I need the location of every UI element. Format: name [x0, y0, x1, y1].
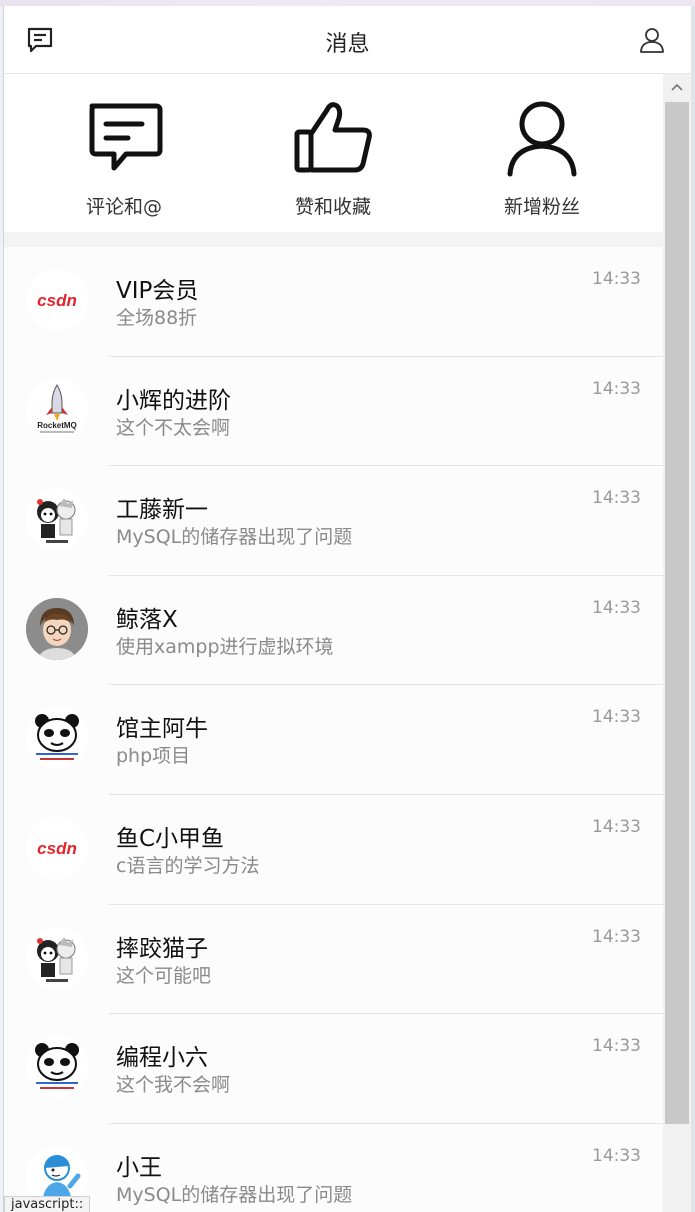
browser-status-bar: javascript::	[4, 1196, 91, 1212]
quick-actions-panel: 评论和@ 赞和收藏 新增粉丝	[4, 74, 663, 232]
quick-action-followers[interactable]: 新增粉丝	[462, 98, 622, 228]
conversation-name: 小王	[116, 1154, 162, 1181]
conversation-item[interactable]: 小王 MySQL的储存器出现了问题 14:33	[4, 1124, 663, 1212]
conversation-time: 14:33	[592, 378, 641, 399]
conversation-preview: php项目	[116, 745, 191, 768]
conversation-item[interactable]: 编程小六 这个我不会啊 14:33	[4, 1014, 663, 1124]
conversation-name: 小辉的进阶	[116, 387, 231, 414]
conversation-name: 工藤新一	[116, 497, 208, 524]
conversation-name: 馆主阿牛	[116, 716, 208, 743]
conversation-name: VIP会员	[116, 278, 199, 304]
quick-action-label: 赞和收藏	[294, 196, 371, 218]
csdn-logo-icon: csdn	[37, 291, 77, 310]
vertical-scrollbar[interactable]	[663, 74, 691, 1212]
quick-action-likes[interactable]: 赞和收藏	[253, 98, 413, 228]
scrollbar-thumb[interactable]	[665, 102, 689, 1124]
conversation-preview: MySQL的储存器出现了问题	[116, 526, 353, 549]
conversation-item[interactable]: 摔跤猫子 这个可能吧 14:33	[4, 905, 663, 1015]
thumbs-up-icon	[294, 102, 372, 173]
scroll-up-arrow-icon[interactable]	[663, 74, 691, 100]
conversation-time: 14:33	[592, 1036, 641, 1057]
conversation-item[interactable]: 鲸落X 使用xampp进行虚拟环境 14:33	[4, 576, 663, 686]
conversation-list: csdn VIP会员 全场88折 14:33 RocketMQ 小辉的进阶 这个…	[4, 247, 663, 1212]
svg-text:csdn: csdn	[37, 291, 77, 310]
user-profile-icon[interactable]	[636, 24, 668, 56]
conversation-item[interactable]: csdn 鱼C小甲鱼 c语言的学习方法 14:33	[4, 795, 663, 905]
app-header: 消息	[4, 6, 691, 74]
conversation-time: 14:33	[592, 926, 641, 947]
conversation-item[interactable]: 馆主阿牛 php项目 14:33	[4, 685, 663, 795]
conversation-preview: 全场88折	[116, 307, 198, 329]
avatar	[26, 1036, 88, 1099]
conversation-time: 14:33	[592, 488, 641, 509]
conversation-preview: 这个不太会啊	[116, 416, 231, 439]
panda-avatar-icon	[35, 714, 79, 761]
conversation-preview: 这个可能吧	[116, 964, 212, 987]
avatar	[26, 707, 88, 770]
conversation-item[interactable]: 工藤新一 MySQL的储存器出现了问题 14:33	[4, 466, 663, 576]
avatar	[26, 597, 88, 660]
conversation-time: 14:33	[592, 597, 641, 618]
conversation-name: 摔跤猫子	[116, 935, 208, 962]
csdn-logo-icon: csdn	[37, 839, 77, 858]
conversation-name: 鲸落X	[116, 606, 178, 633]
conversation-preview: 这个我不会啊	[116, 1074, 231, 1097]
svg-text:RocketMQ: RocketMQ	[37, 421, 77, 430]
conversation-item[interactable]: RocketMQ 小辉的进阶 这个不太会啊 14:33	[4, 357, 663, 467]
conversation-time: 14:33	[592, 1145, 641, 1166]
conversation-name: 编程小六	[116, 1045, 208, 1072]
avatar: csdn	[26, 816, 88, 879]
panda-avatar-icon	[35, 1043, 79, 1090]
conversation-time: 14:33	[592, 707, 641, 728]
conversation-name: 鱼C小甲鱼	[116, 825, 225, 852]
quick-action-label: 新增粉丝	[503, 196, 580, 218]
conversation-preview: 使用xampp进行虚拟环境	[116, 635, 334, 658]
conversation-time: 14:33	[592, 269, 641, 289]
quick-action-comments[interactable]: 评论和@	[44, 98, 204, 228]
quick-action-label: 评论和@	[85, 196, 162, 218]
section-divider	[4, 232, 663, 247]
svg-text:csdn: csdn	[37, 839, 77, 858]
conversation-preview: c语言的学习方法	[116, 854, 260, 877]
avatar: RocketMQ	[26, 378, 88, 441]
avatar	[26, 488, 88, 551]
page-title: 消息	[325, 32, 370, 57]
window-right-edge	[691, 6, 695, 1212]
new-follower-icon	[507, 101, 577, 177]
conversation-item[interactable]: csdn VIP会员 全场88折 14:33	[4, 247, 663, 357]
cartoon-avatar-icon	[37, 498, 76, 544]
avatar	[26, 926, 88, 989]
messages-app: 消息 评论和@ 赞和收藏 新增粉丝 csdn VIP会员 全场88折 14:33…	[4, 6, 691, 1212]
conversation-time: 14:33	[592, 816, 641, 837]
comment-icon	[89, 103, 163, 171]
rocketmq-logo-icon: RocketMQ	[37, 383, 77, 433]
avatar: csdn	[26, 269, 88, 331]
cartoon-avatar-icon	[37, 936, 76, 982]
conversation-preview: MySQL的储存器出现了问题	[116, 1183, 353, 1206]
photo-avatar-icon	[26, 597, 88, 660]
